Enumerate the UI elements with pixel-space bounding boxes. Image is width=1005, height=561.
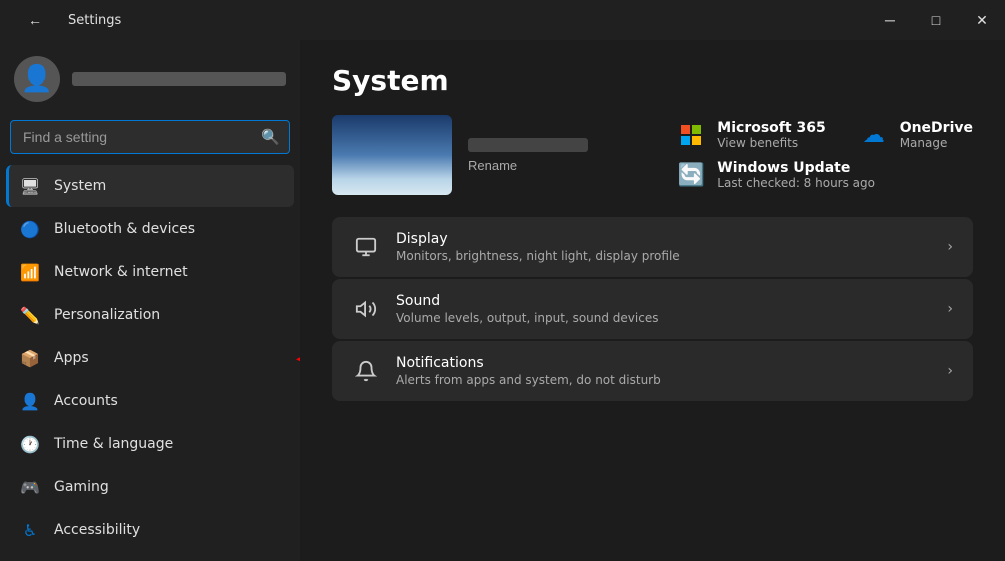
display-icon: [352, 233, 380, 261]
sidebar-item-label: Bluetooth & devices: [54, 221, 195, 237]
pc-name-area: Rename: [468, 138, 588, 173]
app-title: Settings: [68, 13, 121, 28]
app-body: 👤 🔍 🖥 System 🔵 Bluetooth & devices 📶 Net…: [0, 40, 1005, 561]
sound-chevron: ›: [947, 301, 953, 317]
notifications-title: Notifications: [396, 355, 931, 371]
onedrive-icon: ☁: [858, 119, 890, 151]
sidebar: 👤 🔍 🖥 System 🔵 Bluetooth & devices 📶 Net…: [0, 40, 300, 561]
time-icon: 🕐: [20, 434, 40, 454]
onedrive-subtitle: Manage: [900, 136, 973, 150]
pc-name: [468, 138, 588, 152]
sidebar-item-label: Apps: [54, 350, 89, 366]
rename-button[interactable]: Rename: [468, 158, 588, 173]
sidebar-item-label: Gaming: [54, 479, 109, 495]
content-area: System Rename: [300, 40, 1005, 561]
microsoft365-text: Microsoft 365 View benefits: [717, 120, 825, 150]
sidebar-item-gaming[interactable]: 🎮 Gaming: [6, 466, 294, 508]
sidebar-item-accessibility[interactable]: ♿ Accessibility: [6, 509, 294, 551]
titlebar: ← Settings ─ □ ✕: [0, 0, 1005, 40]
sidebar-item-apps[interactable]: 📦 Apps ◀: [6, 337, 294, 379]
sidebar-item-time[interactable]: 🕐 Time & language: [6, 423, 294, 465]
microsoft365-subtitle: View benefits: [717, 136, 825, 150]
microsoft365-title: Microsoft 365: [717, 120, 825, 136]
onedrive-text: OneDrive Manage: [900, 120, 973, 150]
notifications-chevron: ›: [947, 363, 953, 379]
page-title: System: [332, 64, 973, 97]
sidebar-item-label: Accounts: [54, 393, 118, 409]
sound-text: Sound Volume levels, output, input, soun…: [396, 293, 931, 325]
minimize-button[interactable]: ─: [867, 0, 913, 40]
sound-desc: Volume levels, output, input, sound devi…: [396, 311, 931, 325]
bluetooth-icon: 🔵: [20, 219, 40, 239]
sidebar-item-label: Time & language: [54, 436, 173, 452]
gaming-icon: 🎮: [20, 477, 40, 497]
windows-update-card[interactable]: 🔄 Windows Update Last checked: 8 hours a…: [675, 159, 973, 191]
info-cards-top-row: Microsoft 365 View benefits ☁ OneDrive M…: [675, 119, 973, 151]
accessibility-icon: ♿: [20, 520, 40, 540]
notifications-text: Notifications Alerts from apps and syste…: [396, 355, 931, 387]
sound-icon: [352, 295, 380, 323]
sidebar-item-label: System: [54, 178, 106, 194]
notifications-icon: [352, 357, 380, 385]
display-text: Display Monitors, brightness, night ligh…: [396, 231, 931, 263]
sidebar-item-label: Accessibility: [54, 522, 140, 538]
network-icon: 📶: [20, 262, 40, 282]
onedrive-card[interactable]: ☁ OneDrive Manage: [858, 119, 973, 151]
windows-update-title: Windows Update: [717, 160, 875, 176]
close-button[interactable]: ✕: [959, 0, 1005, 40]
display-desc: Monitors, brightness, night light, displ…: [396, 249, 931, 263]
window-controls: ─ □ ✕: [867, 0, 1005, 40]
display-title: Display: [396, 231, 931, 247]
search-icon: 🔍: [261, 128, 280, 146]
windows-update-subtitle: Last checked: 8 hours ago: [717, 176, 875, 190]
microsoft365-card[interactable]: Microsoft 365 View benefits: [675, 119, 825, 151]
sidebar-item-bluetooth[interactable]: 🔵 Bluetooth & devices: [6, 208, 294, 250]
settings-list: Display Monitors, brightness, night ligh…: [332, 217, 973, 401]
sidebar-item-network[interactable]: 📶 Network & internet: [6, 251, 294, 293]
info-cards: Microsoft 365 View benefits ☁ OneDrive M…: [675, 119, 973, 191]
settings-item-display[interactable]: Display Monitors, brightness, night ligh…: [332, 217, 973, 277]
pc-wallpaper-preview: [332, 115, 452, 195]
settings-item-sound[interactable]: Sound Volume levels, output, input, soun…: [332, 279, 973, 339]
titlebar-left: ← Settings: [12, 0, 121, 40]
apps-icon: 📦: [20, 348, 40, 368]
microsoft365-icon: [675, 119, 707, 151]
search-box: 🔍: [10, 120, 290, 154]
pc-preview: [332, 115, 452, 195]
windows-update-text: Windows Update Last checked: 8 hours ago: [717, 160, 875, 190]
top-row: Rename: [332, 115, 973, 195]
sound-title: Sound: [396, 293, 931, 309]
notifications-desc: Alerts from apps and system, do not dist…: [396, 373, 931, 387]
avatar[interactable]: 👤: [14, 56, 60, 102]
settings-item-notifications[interactable]: Notifications Alerts from apps and syste…: [332, 341, 973, 401]
profile-name: [72, 72, 286, 86]
search-input[interactable]: [10, 120, 290, 154]
user-icon: 👤: [21, 64, 53, 94]
back-button[interactable]: ←: [12, 0, 58, 40]
sidebar-item-system[interactable]: 🖥 System: [6, 165, 294, 207]
onedrive-title: OneDrive: [900, 120, 973, 136]
sidebar-item-label: Network & internet: [54, 264, 188, 280]
sidebar-item-accounts[interactable]: 👤 Accounts: [6, 380, 294, 422]
restore-button[interactable]: □: [913, 0, 959, 40]
accounts-icon: 👤: [20, 391, 40, 411]
sidebar-item-label: Personalization: [54, 307, 160, 323]
sidebar-nav: 🖥 System 🔵 Bluetooth & devices 📶 Network…: [0, 164, 300, 552]
display-chevron: ›: [947, 239, 953, 255]
personalization-icon: ✏️: [20, 305, 40, 325]
windows-update-icon: 🔄: [675, 159, 707, 191]
profile-section: 👤: [0, 40, 300, 114]
sidebar-item-personalization[interactable]: ✏️ Personalization: [6, 294, 294, 336]
system-icon: 🖥: [20, 176, 40, 196]
back-icon: ←: [28, 12, 42, 28]
